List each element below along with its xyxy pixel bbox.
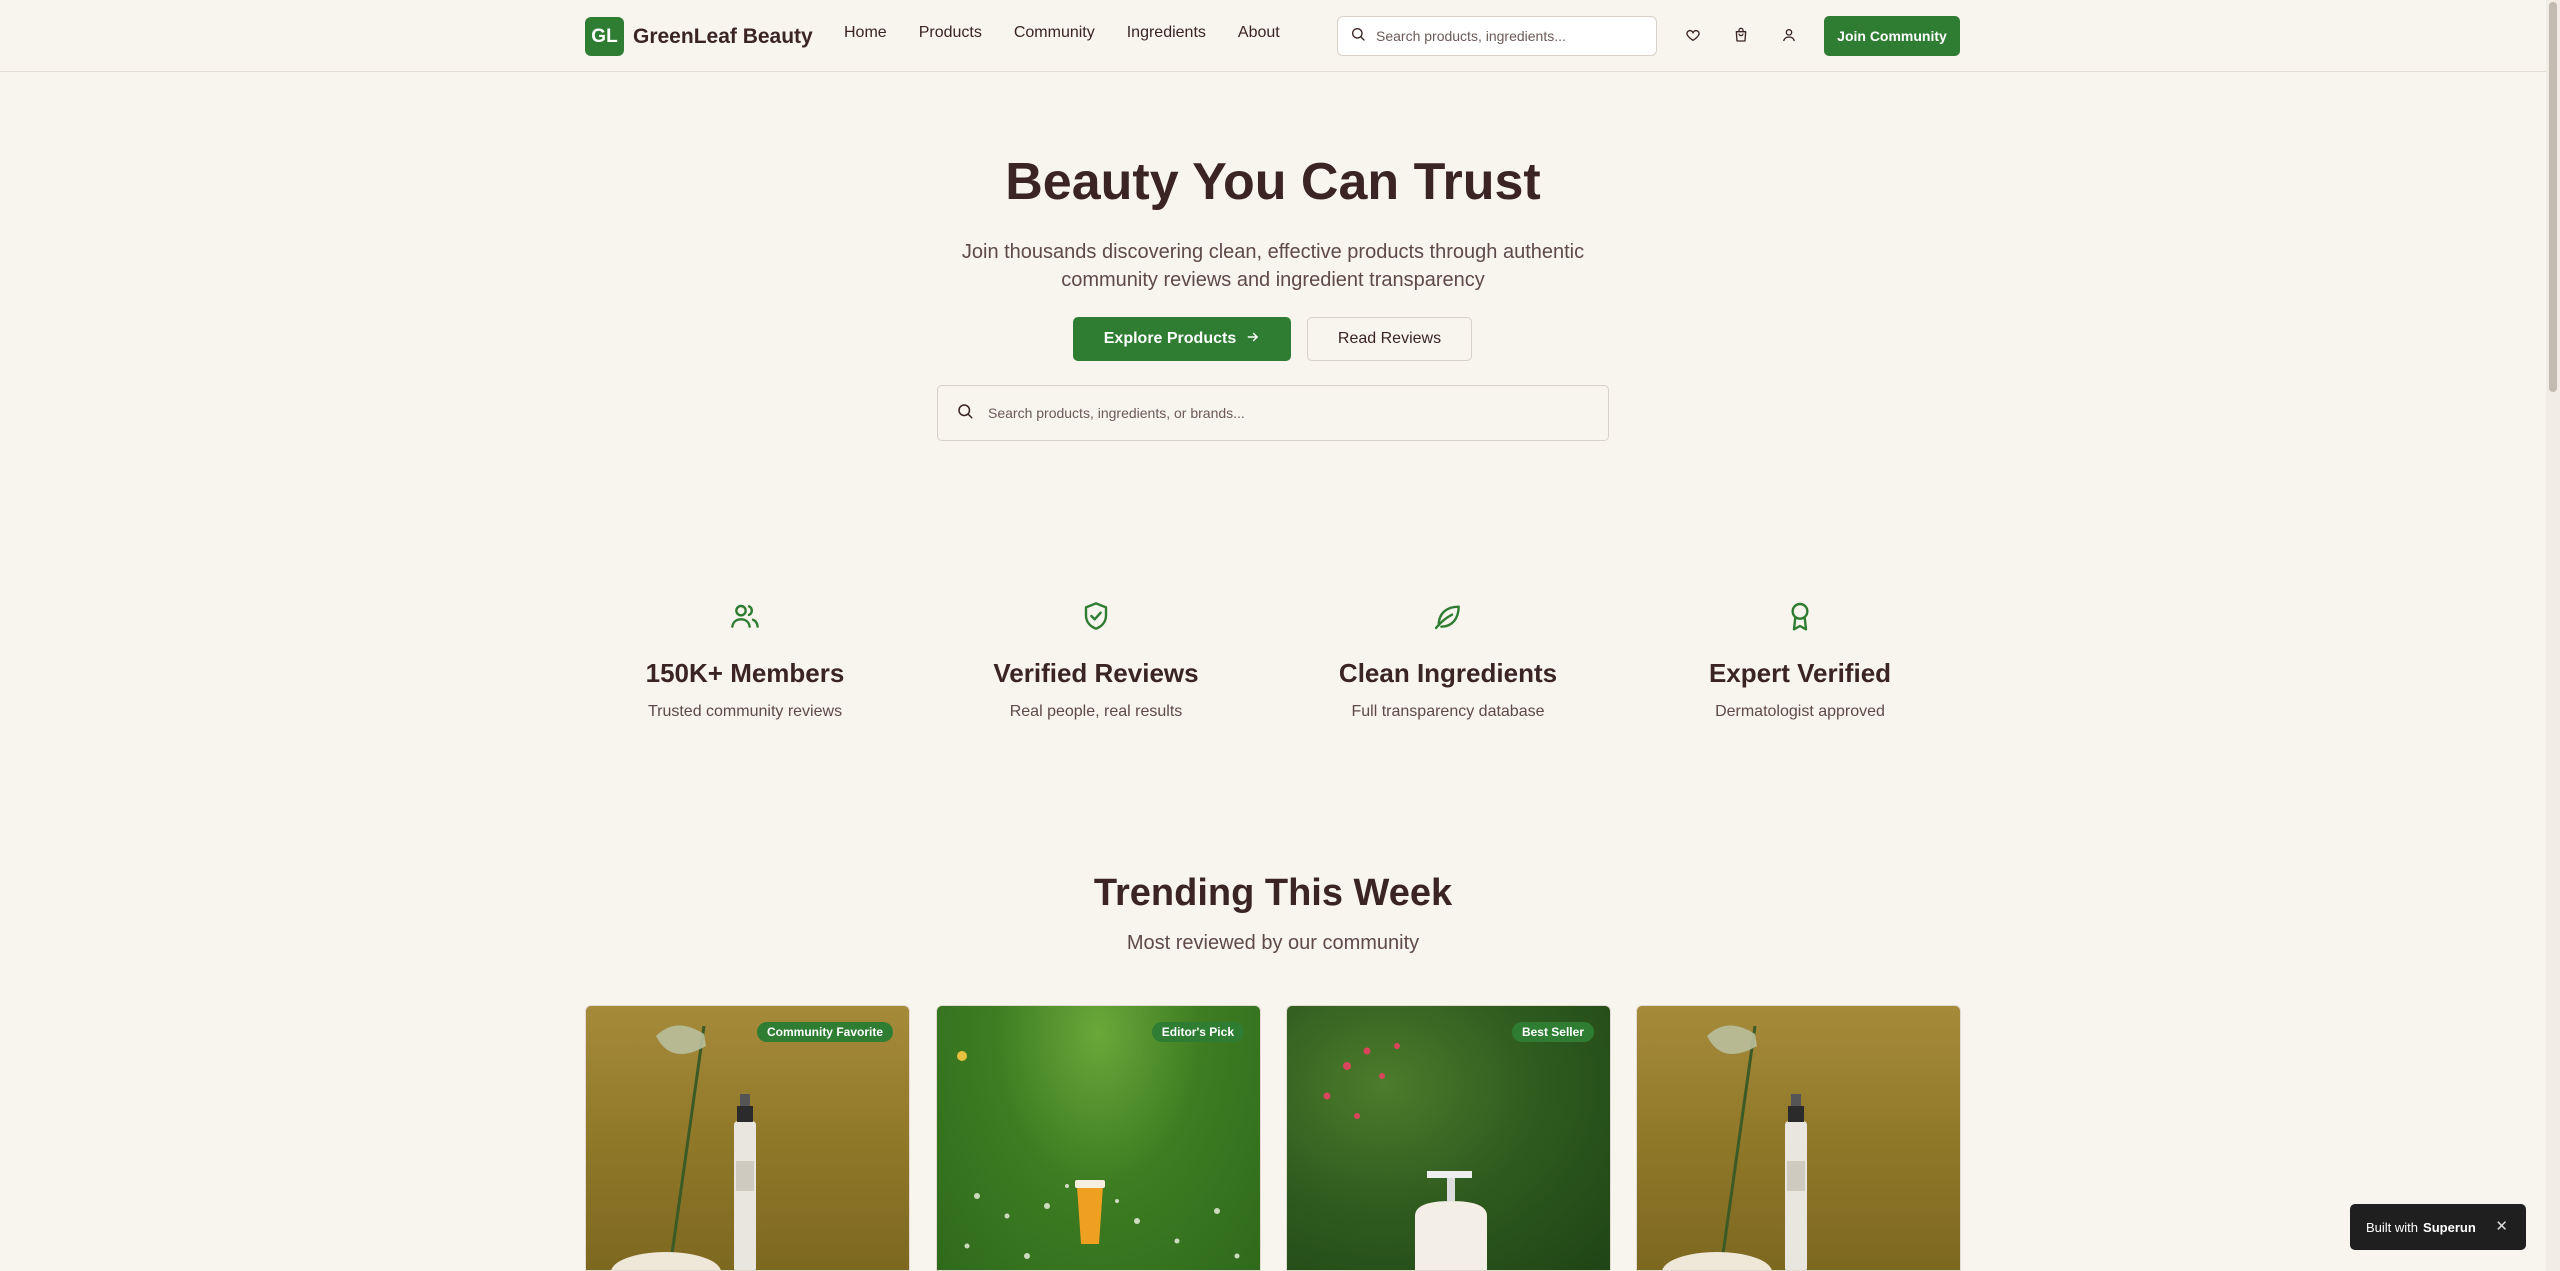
nav-ingredients[interactable]: Ingredients bbox=[1127, 24, 1206, 42]
top-navigation-bar: GL GreenLeaf Beauty Home Products Commun… bbox=[0, 0, 2546, 72]
leaf-icon bbox=[1272, 598, 1624, 634]
trending-subtitle: Most reviewed by our community bbox=[1126, 932, 1420, 954]
shield-check-icon bbox=[920, 598, 1272, 634]
feature-description: Trusted community reviews bbox=[647, 703, 843, 720]
heart-icon[interactable] bbox=[1683, 25, 1703, 45]
feature-title: Clean Ingredients bbox=[1338, 658, 1558, 688]
logo-badge: GL bbox=[585, 17, 624, 56]
explore-products-label: Explore Products bbox=[1103, 330, 1237, 347]
nav-home[interactable]: Home bbox=[844, 24, 887, 42]
card-badge: Editor's Pick bbox=[1151, 1022, 1244, 1042]
toast-prefix: Built with bbox=[2366, 1219, 2419, 1235]
hero-search-input[interactable]: Search products, ingredients, or brands.… bbox=[937, 385, 1609, 441]
product-card[interactable]: Best Seller bbox=[1286, 1005, 1611, 1271]
nav-about[interactable]: About bbox=[1238, 24, 1280, 42]
search-icon bbox=[1350, 26, 1366, 47]
users-icon bbox=[569, 598, 921, 634]
feature-title: Expert Verified bbox=[1708, 658, 1892, 688]
feature-expert-verified: Expert Verified Dermatologist approved bbox=[1624, 598, 1976, 721]
brand-name: GreenLeaf Beauty bbox=[633, 24, 813, 48]
award-icon bbox=[1624, 598, 1976, 634]
join-community-button[interactable]: Join Community bbox=[1824, 16, 1960, 56]
arrow-right-icon bbox=[1246, 330, 1260, 349]
feature-clean-ingredients: Clean Ingredients Full transparency data… bbox=[1272, 598, 1624, 721]
read-reviews-button[interactable]: Read Reviews bbox=[1307, 317, 1472, 361]
feature-verified-reviews: Verified Reviews Real people, real resul… bbox=[920, 598, 1272, 721]
search-icon bbox=[956, 402, 974, 425]
brand-logo[interactable]: GL GreenLeaf Beauty bbox=[585, 17, 813, 56]
feature-description: Full transparency database bbox=[1351, 703, 1545, 720]
product-card[interactable] bbox=[1636, 1005, 1961, 1271]
trending-title: Trending This Week bbox=[1093, 872, 1453, 914]
shopping-bag-icon[interactable] bbox=[1731, 25, 1751, 45]
hero-subtitle: Join thousands discovering clean, effect… bbox=[961, 241, 1585, 291]
product-card[interactable]: Community Favorite bbox=[585, 1005, 910, 1271]
hero-title: Beauty You Can Trust bbox=[1005, 153, 1541, 211]
user-icon[interactable] bbox=[1779, 25, 1799, 45]
product-image bbox=[611, 1025, 756, 1270]
product-card[interactable]: Editor's Pick bbox=[936, 1005, 1261, 1271]
product-image bbox=[1323, 1043, 1487, 1270]
product-image bbox=[957, 1051, 1240, 1259]
close-icon[interactable]: ✕ bbox=[2495, 1217, 2508, 1235]
hero-search-placeholder: Search products, ingredients, or brands.… bbox=[988, 405, 1245, 421]
feature-description: Real people, real results bbox=[1009, 703, 1183, 720]
header-search-input[interactable]: Search products, ingredients... bbox=[1337, 16, 1657, 56]
main-nav: Home Products Community Ingredients Abou… bbox=[844, 24, 1312, 42]
feature-title: Verified Reviews bbox=[993, 658, 1199, 688]
feature-description: Dermatologist approved bbox=[1715, 703, 1885, 720]
nav-products[interactable]: Products bbox=[919, 24, 982, 42]
card-badge: Community Favorite bbox=[756, 1022, 893, 1042]
page-scrollbar[interactable] bbox=[2546, 0, 2560, 1271]
header-search-placeholder: Search products, ingredients... bbox=[1376, 28, 1566, 44]
built-with-toast[interactable]: Built with Superun ✕ bbox=[2350, 1204, 2526, 1250]
product-image bbox=[1662, 1025, 1807, 1270]
toast-brand: Superun bbox=[2423, 1219, 2476, 1235]
scrollbar-thumb[interactable] bbox=[2549, 2, 2557, 392]
explore-products-button[interactable]: Explore Products bbox=[1073, 317, 1291, 361]
card-badge: Best Seller bbox=[1511, 1022, 1594, 1042]
feature-title: 150K+ Members bbox=[645, 658, 845, 688]
feature-members: 150K+ Members Trusted community reviews bbox=[569, 598, 921, 721]
nav-community[interactable]: Community bbox=[1014, 24, 1095, 42]
